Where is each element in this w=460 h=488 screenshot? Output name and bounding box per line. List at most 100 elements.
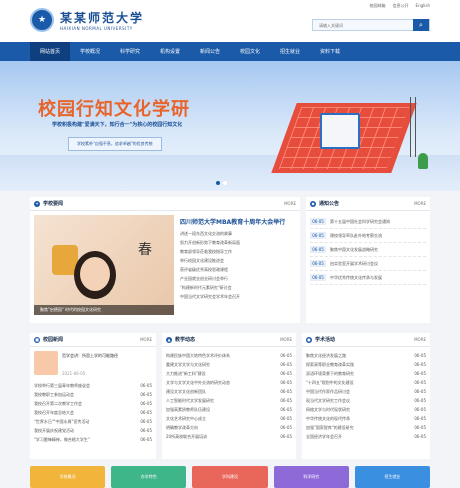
- news-headline[interactable]: 四川师范大学MBA教育十周年大会举行: [180, 217, 285, 226]
- search-input[interactable]: [313, 20, 413, 30]
- more-link[interactable]: MORE: [414, 201, 426, 206]
- school-news-list: 讲述一段东西文化交流的故事 努力开创新形势下教育改革新局面 教育部领导莅临我校指…: [180, 229, 296, 301]
- list-item[interactable]: 建设文学文化创新团队 06-05: [166, 387, 292, 396]
- carousel-dot-1[interactable]: [216, 181, 220, 185]
- more-link[interactable]: MORE: [280, 337, 292, 342]
- list-item[interactable]: 探索高等职业教育改革实践 06-05: [306, 360, 426, 369]
- plant-illustration: [418, 153, 428, 169]
- section-title: 教学动态: [175, 337, 196, 343]
- main-nav: 网站首页 学校概况 科学研究 机构设置 新闻公告 校园文化 招生就业 资料下载: [0, 42, 460, 61]
- list-item[interactable]: 努力开创新形势下教育改革新局面: [180, 238, 296, 247]
- list-item[interactable]: 现当代文学研究工作会议 06-05: [306, 396, 426, 405]
- logo-chinese-name: 某某师范大学: [60, 11, 145, 25]
- list-item[interactable]: 学校举行第三届青年教师座谈会 06-05: [34, 381, 152, 390]
- logo-english-name: HAIXIAN NORMAL UNIVERSITY: [60, 26, 133, 31]
- list-item[interactable]: 中华传统文化的现代传承 06-05: [306, 414, 426, 423]
- list-item[interactable]: 20所高校联合开展培训 06-05: [166, 432, 292, 441]
- banner-slogan: 学校素朴"自强不息，追求卓越"的优良传统: [68, 137, 162, 151]
- list-item[interactable]: 聚焦文化经济发展之路 06-05: [306, 351, 426, 360]
- top-link-info[interactable]: 信息公开: [393, 3, 409, 9]
- notice-item[interactable]: 06-05 第十五届中国社会科学研究会通知: [310, 215, 426, 229]
- list-item[interactable]: 我校召开第二次教学工作会 06-05: [34, 399, 152, 408]
- list-item[interactable]: 双语环境背景下的教育研究 06-05: [306, 369, 426, 378]
- nav-item-home[interactable]: 网站首页: [30, 42, 70, 61]
- list-item[interactable]: 获评省级优秀高校思政课程: [180, 265, 296, 274]
- quick-card[interactable]: 学科建设: [192, 466, 268, 488]
- site-header: ★ 某某师范大学 HAIXIAN NORMAL UNIVERSITY 校园邮箱 …: [0, 0, 460, 42]
- list-item[interactable]: "十四五"规划中的文化建设 06-05: [306, 378, 426, 387]
- university-seal-icon: ★: [30, 8, 54, 32]
- nav-item-overview[interactable]: 学校概况: [70, 42, 110, 61]
- quick-card[interactable]: 招生就业: [354, 466, 431, 488]
- campus-news-section: ■ 校园新闻 MORE 哲学会讲：所思上学的可能路径 2021-06-05 学校举…: [30, 333, 156, 459]
- top-link-english[interactable]: English: [416, 3, 430, 9]
- site-logo[interactable]: ★ 某某师范大学 HAIXIAN NORMAL UNIVERSITY: [30, 8, 144, 32]
- list-item[interactable]: 讲述一段东西文化交流的故事: [180, 229, 296, 238]
- section-title: 校园新闻: [43, 337, 64, 343]
- notice-item[interactable]: 06-05 建校领导率队赴外地考察交流: [310, 229, 426, 243]
- nav-item-departments[interactable]: 机构设置: [150, 42, 190, 61]
- section-title: 学术活动: [315, 337, 336, 343]
- quick-card[interactable]: 学校概况: [30, 466, 106, 488]
- photo-caption[interactable]: 聚焦"启德园" 时代的校园文化研究: [34, 305, 174, 315]
- list-item[interactable]: 中国当代文学研究会学术年会召开: [180, 292, 296, 301]
- notice-item[interactable]: 06-05 由实验室开展学术研讨会议: [310, 257, 426, 271]
- search-box: ⌕: [312, 19, 430, 31]
- list-item[interactable]: 加强高素质教师队伍建设 06-05: [166, 405, 292, 414]
- list-item[interactable]: 我校开展庆祝建党活动 06-05: [34, 426, 152, 435]
- book-icon: ▲: [166, 336, 172, 343]
- list-item[interactable]: 教育部领导莅临我校指导工作: [180, 247, 296, 256]
- feature-title[interactable]: 哲学会讲：所思上学的可能路径: [62, 353, 152, 359]
- academic-list: 聚焦文化经济发展之路 06-05 探索高等职业教育改革实践 06-05 双语环境背景…: [306, 351, 426, 441]
- featured-news-photo[interactable]: 春: [34, 215, 174, 315]
- list-item[interactable]: 中国当代作家作品研讨会 06-05: [306, 387, 426, 396]
- list-item[interactable]: 网络文学与时代现状研究 06-05: [306, 405, 426, 414]
- top-link-email[interactable]: 校园邮箱: [370, 3, 386, 9]
- nav-item-downloads[interactable]: 资料下载: [310, 42, 350, 61]
- campus-news-list: 学校举行第三届青年教师座谈会 06-05 我校教职工参加运动会 06-05 我校召开…: [34, 381, 152, 444]
- list-item[interactable]: 我校教职工参加运动会 06-05: [34, 390, 152, 399]
- more-link[interactable]: MORE: [414, 337, 426, 342]
- section-title: 学校要闻: [43, 201, 64, 207]
- megaphone-icon: ◆: [310, 200, 316, 207]
- list-item[interactable]: 文化艺术研究中心成立 06-05: [166, 414, 292, 423]
- notice-list: 06-05 第十五届中国社会科学研究会通知 06-05 建校领导率队赴外地考察交流 …: [310, 215, 426, 285]
- books-illustration: [320, 113, 360, 149]
- list-item[interactable]: 举行校园文化建设推进会: [180, 256, 296, 265]
- more-link[interactable]: MORE: [140, 337, 152, 342]
- nav-item-research[interactable]: 科学研究: [110, 42, 150, 61]
- list-item[interactable]: 全国经济学年会召开 06-05: [306, 432, 426, 441]
- list-item[interactable]: 明确教学改革方向 06-05: [166, 423, 292, 432]
- search-button[interactable]: ⌕: [413, 19, 429, 31]
- nav-item-news[interactable]: 新闻公告: [190, 42, 230, 61]
- list-item[interactable]: 重建文学文学与文化研究 06-05: [166, 360, 292, 369]
- list-item[interactable]: "学习雷锋精神，做合格大学生" 06-05: [34, 435, 152, 444]
- list-item[interactable]: 我校召开年度总结大会 06-05: [34, 408, 152, 417]
- notices-section: ◆ 通知公告 MORE 06-05 第十五届中国社会科学研究会通知 06-05 建校领…: [306, 197, 430, 323]
- list-item[interactable]: 构建民族中国大地特色学术评价体系 06-05: [166, 351, 292, 360]
- campus-news-thumbnail[interactable]: [34, 351, 58, 375]
- list-item[interactable]: "世界水日""中国水周"宣传活动 06-05: [34, 417, 152, 426]
- notice-item[interactable]: 06-05 中华优秀传统文化传承与发展: [310, 271, 426, 285]
- list-item[interactable]: 大力推进"新工科"建设 06-05: [166, 369, 292, 378]
- person-face-illustration: [80, 257, 110, 291]
- quick-card[interactable]: 科学研究: [273, 466, 349, 488]
- academic-cap-icon: ●: [306, 336, 312, 343]
- list-item[interactable]: 文学与文学文化中外交流的研究动态 06-05: [166, 378, 292, 387]
- list-item[interactable]: 人工智能时代文学发展研究 06-05: [166, 396, 292, 405]
- nav-item-admission[interactable]: 招生就业: [270, 42, 310, 61]
- quick-card[interactable]: 办学特色: [111, 466, 187, 488]
- carousel-dots: [216, 181, 227, 185]
- news-icon: ✦: [34, 200, 40, 207]
- more-link[interactable]: MORE: [284, 201, 296, 206]
- list-item[interactable]: 产业园就业创业研讨会举行: [180, 274, 296, 283]
- nav-item-culture[interactable]: 校园文化: [230, 42, 270, 61]
- school-news-section: ✦ 学校要闻 MORE 春 聚焦"启德园" 时代的校园文化研究 四川师范大学MBA…: [30, 197, 300, 323]
- quick-link-cards: 学校概况 办学特色 学科建设 科学研究 招生就业: [30, 466, 431, 488]
- list-item[interactable]: 加强"国家智库"的建设研究 06-05: [306, 423, 426, 432]
- hero-banner[interactable]: 校园行知文化学研 学校积极构建"爱满天下，知行合一"为核心的校园行知文化 学校素…: [0, 61, 460, 191]
- calligraphy-glyph: 春: [138, 242, 152, 258]
- list-item[interactable]: "构建新时代元素研究"研讨会: [180, 283, 296, 292]
- carousel-dot-2[interactable]: [223, 181, 227, 185]
- notice-item[interactable]: 06-05 聚焦中国文化发展战略研究: [310, 243, 426, 257]
